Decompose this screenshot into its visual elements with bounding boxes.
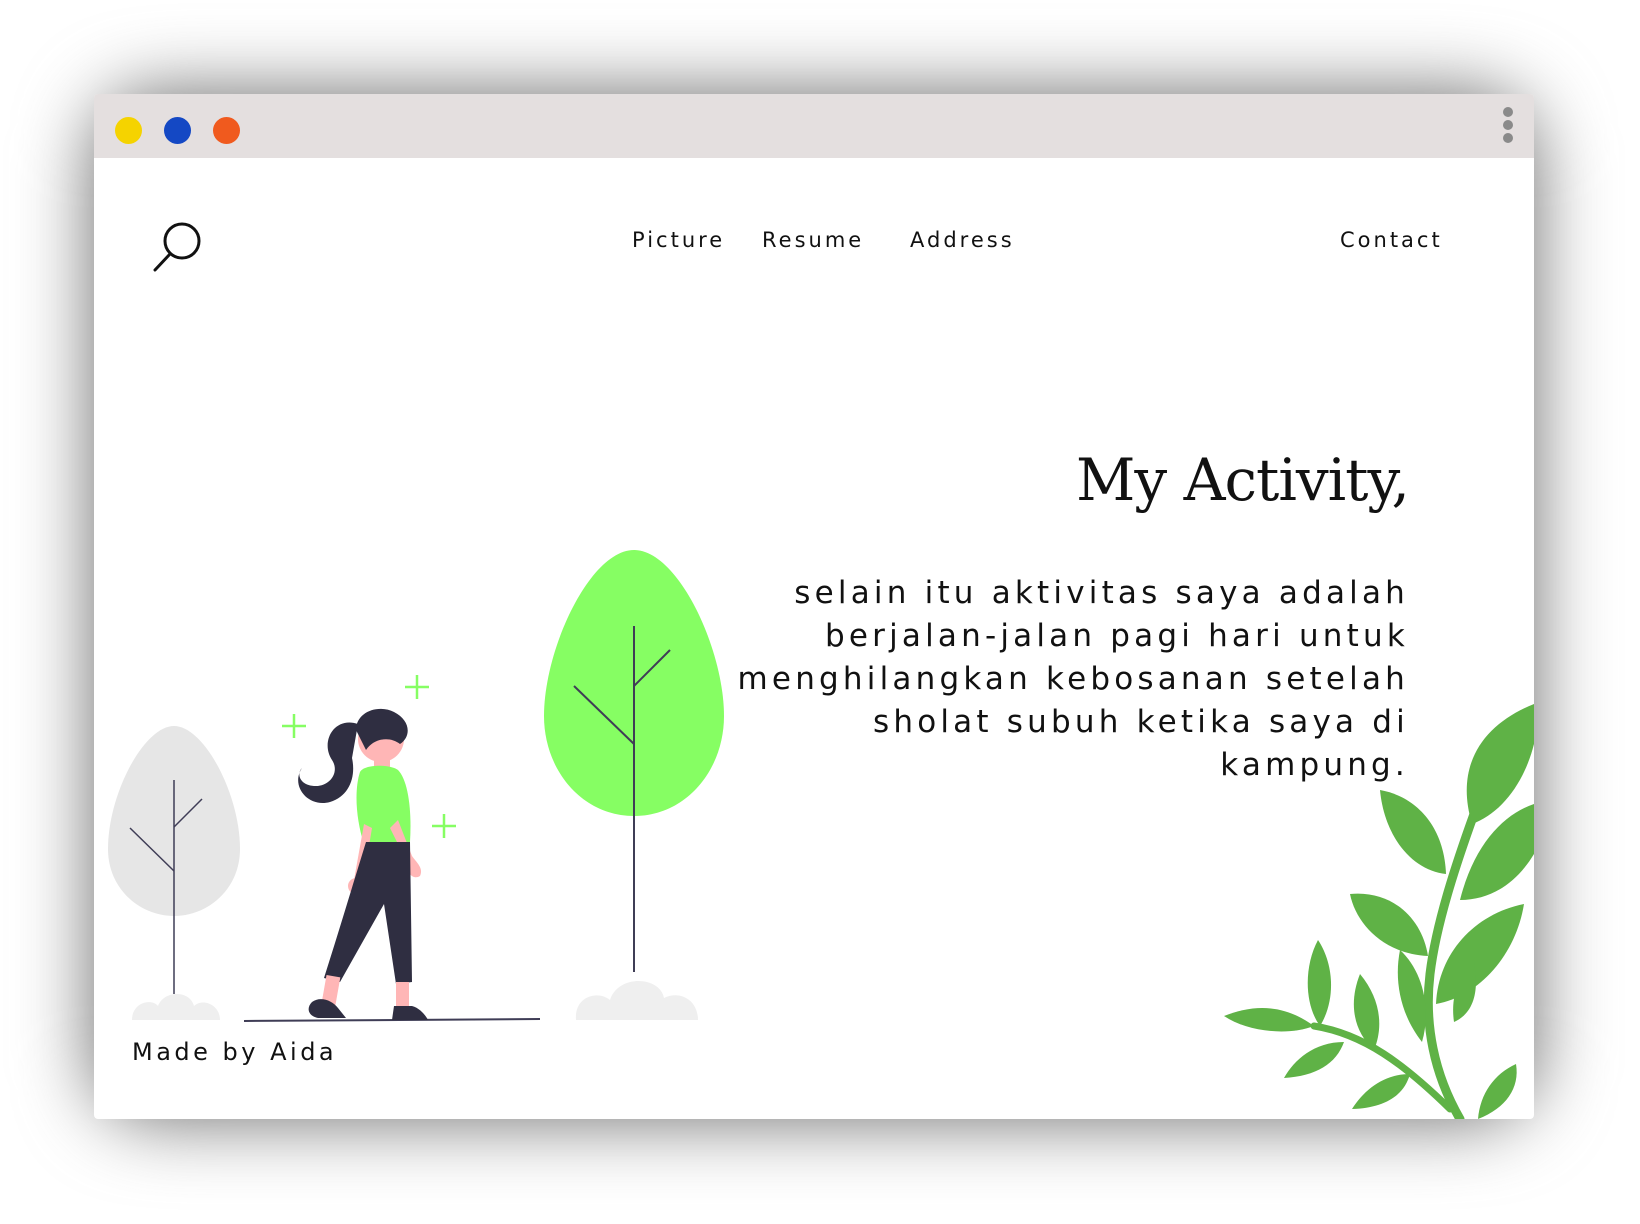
blue-window-dot[interactable]	[164, 117, 191, 144]
nav-link-contact[interactable]: Contact	[1340, 228, 1443, 252]
green-tree	[544, 550, 724, 1020]
search-icon[interactable]	[152, 222, 204, 272]
page-title: My Activity,	[1076, 446, 1410, 514]
nav-link-resume[interactable]: Resume	[762, 228, 864, 252]
browser-window: Picture Resume Address Contact My Activi…	[94, 94, 1534, 1119]
footer-credit: Made by Aida	[132, 1038, 338, 1066]
nav-link-address[interactable]: Address	[910, 228, 1015, 252]
title-bar	[94, 94, 1534, 158]
walking-woman-illustration	[108, 550, 724, 1022]
woman-figure	[298, 708, 428, 1020]
grey-tree	[108, 726, 240, 1020]
vertical-ellipsis-icon[interactable]	[1502, 107, 1514, 145]
orange-window-dot[interactable]	[213, 117, 240, 144]
leaves-decoration	[1224, 704, 1534, 1119]
yellow-window-dot[interactable]	[115, 117, 142, 144]
nav-link-picture[interactable]: Picture	[632, 228, 725, 252]
